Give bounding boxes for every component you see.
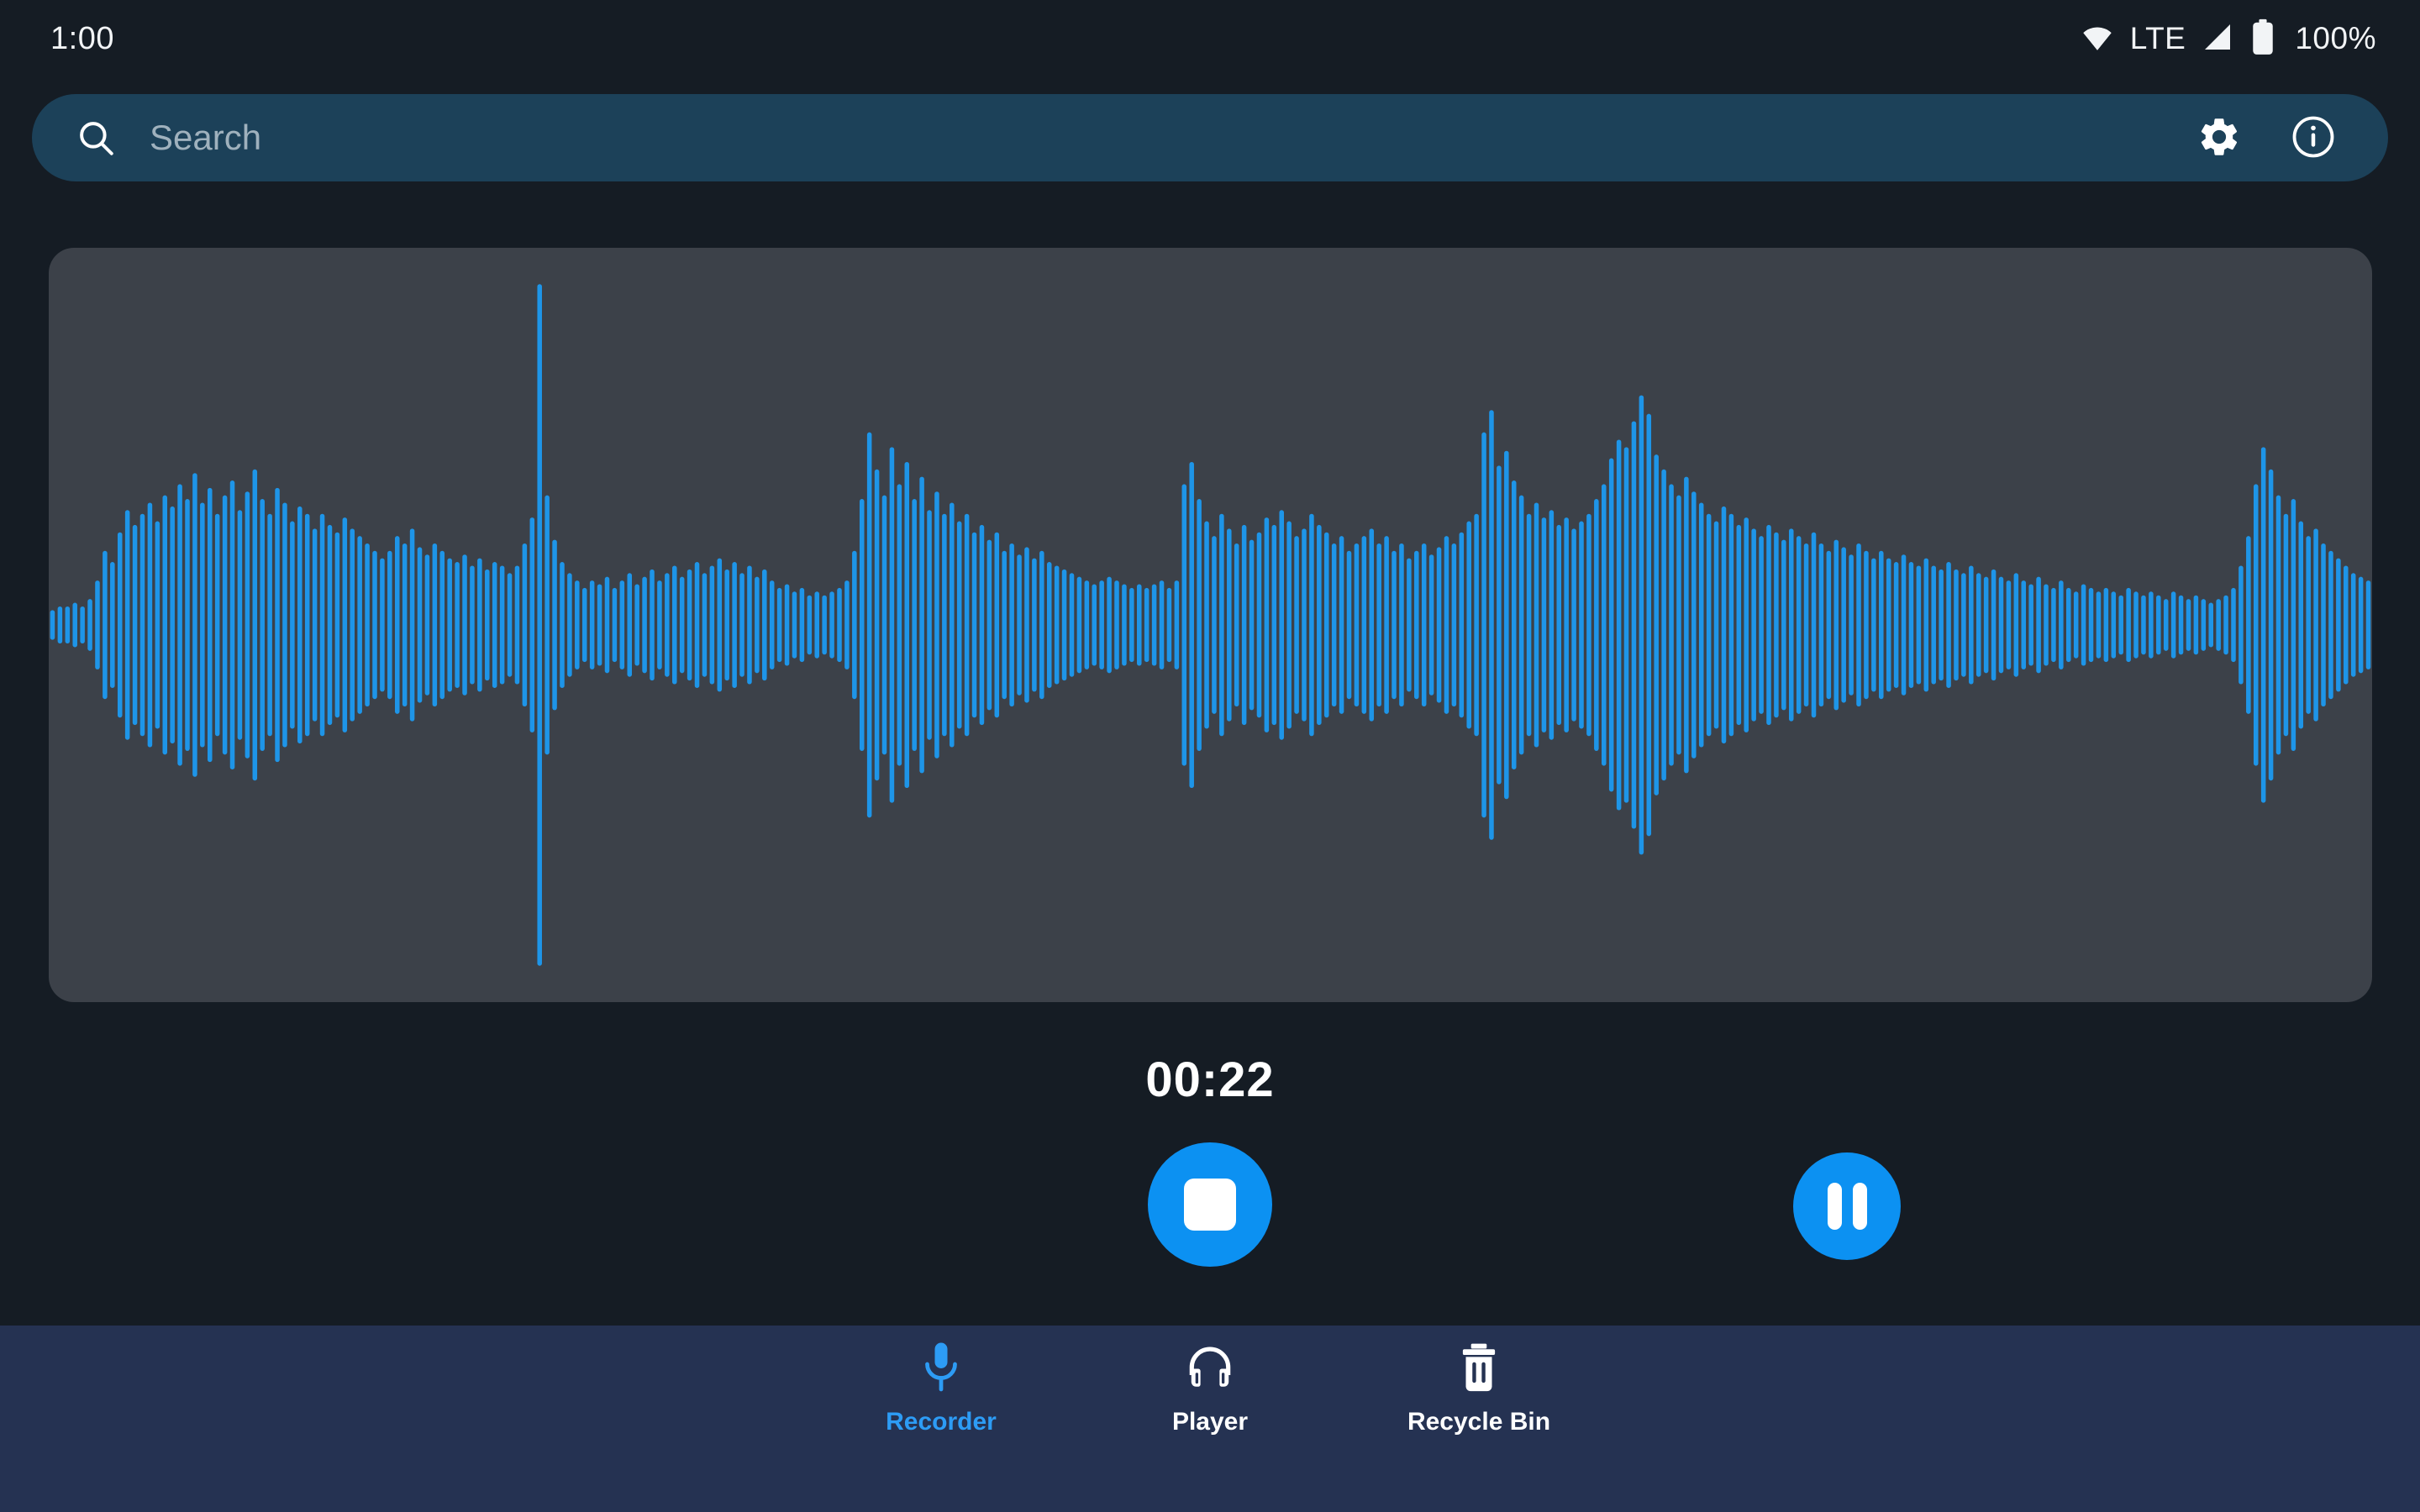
search-input[interactable] xyxy=(119,118,2183,158)
search-bar[interactable] xyxy=(32,94,2388,181)
info-icon xyxy=(2291,114,2336,162)
recorder-app-screen: 1:00 LTE 100% Search 00:22 Recorder Play… xyxy=(0,0,2420,1512)
nav-item-player-label: Player xyxy=(1171,1408,1249,1436)
battery-icon xyxy=(2249,18,2276,60)
stop-icon xyxy=(1184,1179,1236,1231)
trash-icon xyxy=(1456,1337,1502,1398)
bottom-nav-items: Recorder Player Recycle Bin xyxy=(840,1337,1580,1436)
settings-button[interactable] xyxy=(2183,102,2255,174)
pause-icon xyxy=(1827,1183,1842,1230)
nav-item-player[interactable]: Player xyxy=(1109,1337,1311,1436)
wifi-icon xyxy=(2080,19,2115,59)
microphone-icon xyxy=(916,1337,966,1398)
nav-item-recycle-bin[interactable]: Recycle Bin xyxy=(1378,1337,1580,1436)
nav-item-recycle-bin-label: Recycle Bin xyxy=(1407,1408,1551,1436)
battery-percent-label: 100% xyxy=(2295,21,2376,55)
status-time: 1:00 xyxy=(50,20,114,56)
pause-button[interactable] xyxy=(1793,1152,1901,1260)
cellular-signal-icon xyxy=(2201,20,2234,58)
stop-button[interactable] xyxy=(1148,1142,1272,1267)
network-type-label: LTE xyxy=(2129,21,2186,55)
recording-timer: 00:22 xyxy=(1145,1053,1275,1107)
info-button[interactable] xyxy=(2277,102,2349,174)
status-indicators: LTE 100% xyxy=(2080,18,2376,60)
bottom-navigation-bar: Recorder Player Recycle Bin xyxy=(0,1326,2420,1512)
nav-item-recorder[interactable]: Recorder xyxy=(840,1337,1042,1436)
waveform-chart xyxy=(50,284,2371,966)
headphones-icon xyxy=(1184,1337,1236,1398)
waveform-card xyxy=(49,248,2372,1002)
search-icon xyxy=(72,114,119,161)
status-bar: 1:00 LTE 100% xyxy=(0,0,2420,77)
gear-icon xyxy=(2196,114,2242,162)
nav-item-recorder-label: Recorder xyxy=(886,1408,997,1436)
pause-icon-second-bar xyxy=(1852,1183,1867,1230)
recorder-controls xyxy=(0,1142,2420,1294)
